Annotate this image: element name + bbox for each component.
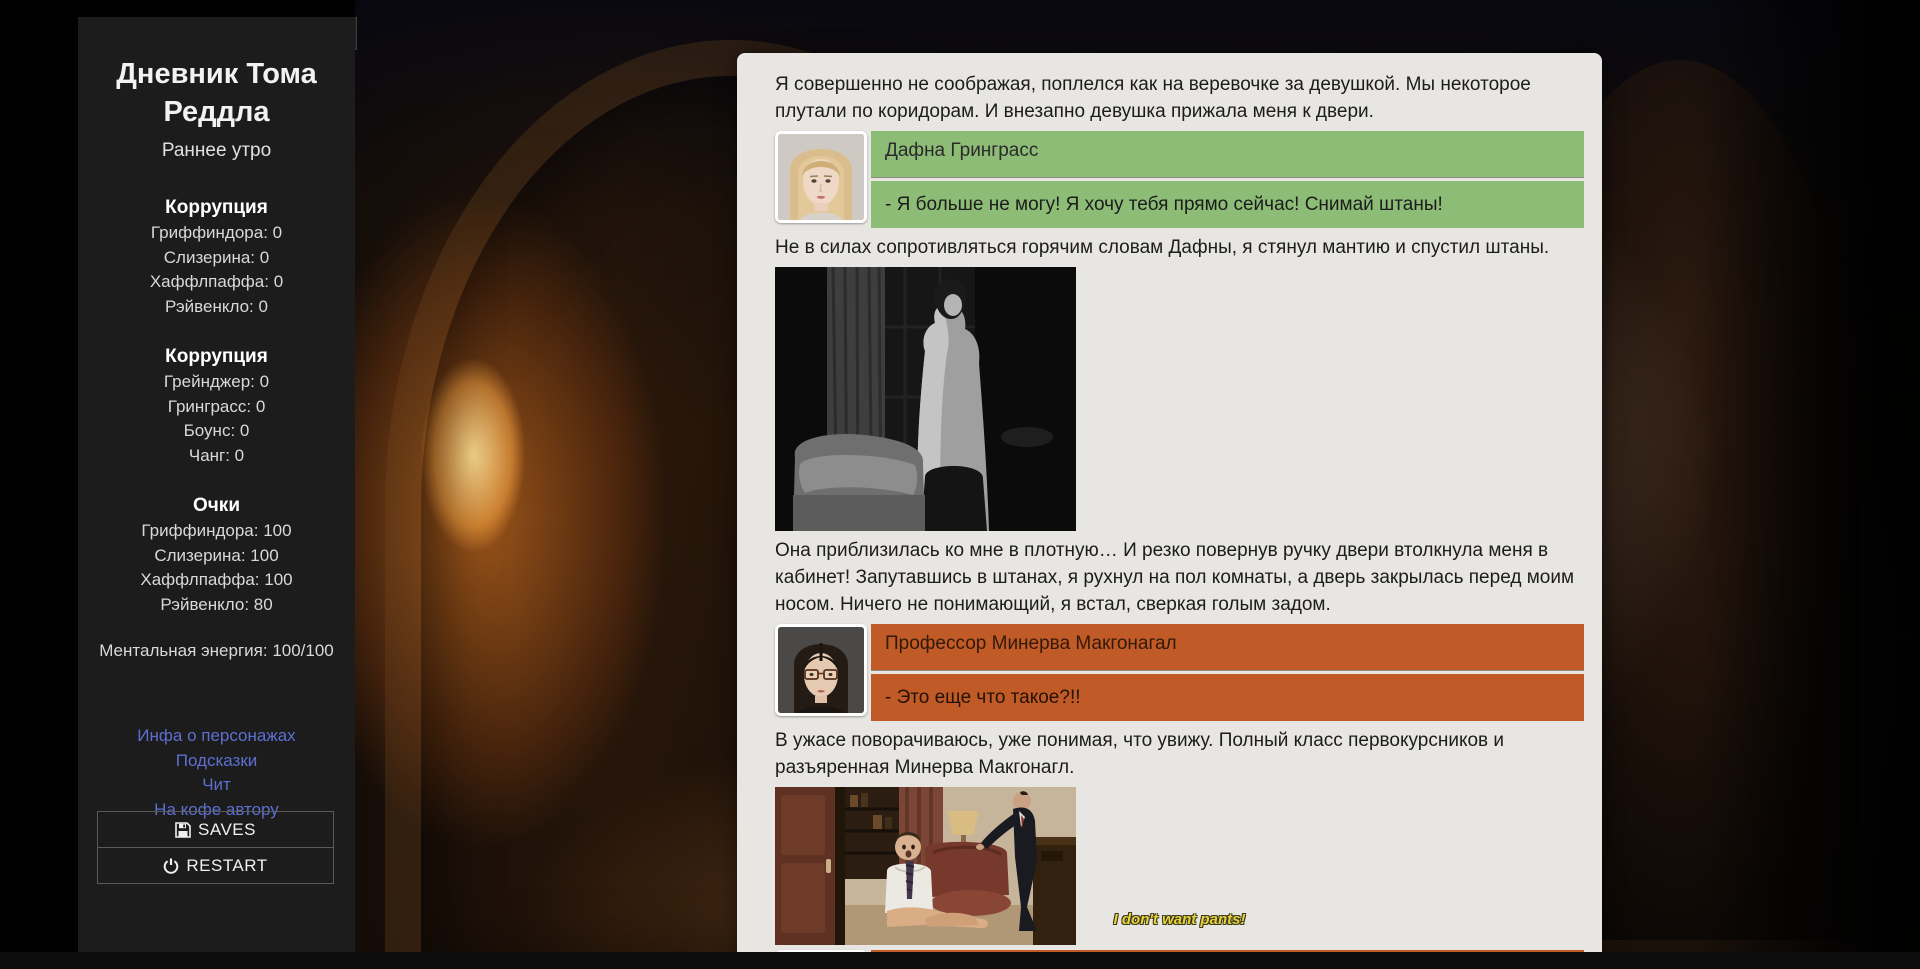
stat-line: Гриффиндора: 100 [78, 519, 355, 544]
speaker-name: Профессор Минерва Макгонагал [871, 624, 1584, 662]
stat-line: Слизерина: 100 [78, 544, 355, 569]
save-restart-group: SAVES RESTART [97, 811, 334, 884]
stat-line: Хаффлпаффа: 100 [78, 568, 355, 593]
saves-button[interactable]: SAVES [98, 812, 333, 847]
link-cheat[interactable]: Чит [78, 773, 355, 798]
game-window: Дневник Тома Реддла Раннее утро Коррупци… [0, 0, 1920, 969]
story-paragraph: Она приблизилась ко мне в плотную… И рез… [775, 537, 1584, 618]
story-paragraph: В ужасе поворачиваюсь, уже понимая, что … [775, 727, 1584, 781]
story-panel: Я совершенно не соображая, поплелся как … [737, 53, 1602, 969]
dialog-bubble: Профессор Минерва Макгонагал - Это еще ч… [871, 624, 1584, 721]
avatar-daphne-greengrass [775, 131, 867, 223]
story-paragraph: Я совершенно не соображая, поплелся как … [775, 71, 1584, 125]
avatar-mcgonagall-glasses [775, 624, 867, 716]
story-gif-i-dont-want-pants: I don't want pants! [775, 787, 1584, 945]
bottom-black-bar [0, 952, 1920, 969]
stat-line: Чанг: 0 [78, 444, 355, 469]
link-character-info[interactable]: Инфа о персонажах [78, 724, 355, 749]
mental-energy: Ментальная энергия: 100/100 [78, 641, 355, 661]
stat-line: Рэйвенкло: 80 [78, 593, 355, 618]
stat-line: Гринграсс: 0 [78, 395, 355, 420]
speaker-name: Дафна Гринграсс [871, 131, 1584, 169]
story-image-shirtless-man [775, 267, 1584, 531]
stat-line: Рэйвенкло: 0 [78, 295, 355, 320]
story-paragraph: Не в силах сопротивляться горячим словам… [775, 234, 1584, 261]
power-icon [163, 858, 179, 874]
stat-line: Боунс: 0 [78, 419, 355, 444]
dialog-mcgonagall: Профессор Минерва Макгонагал - Это еще ч… [775, 624, 1584, 721]
dialog-daphne: Дафна Гринграсс - Я больше не могу! Я хо… [775, 131, 1584, 228]
section-heading-points: Очки [78, 493, 355, 519]
stat-line: Грейнджер: 0 [78, 370, 355, 395]
time-of-day: Раннее утро [78, 140, 355, 162]
stats-sidebar: Дневник Тома Реддла Раннее утро Коррупци… [78, 17, 355, 952]
stat-line: Гриффиндора: 0 [78, 221, 355, 246]
dialog-text: - Это еще что такое?!! [871, 674, 1584, 721]
saves-label: SAVES [198, 820, 256, 840]
section-heading-corruption-girls: Коррупция [78, 344, 355, 370]
restart-button[interactable]: RESTART [98, 847, 333, 883]
link-hints[interactable]: Подсказки [78, 749, 355, 774]
game-title: Дневник Тома Реддла [78, 55, 355, 131]
dialog-text: - Я больше не могу! Я хочу тебя прямо се… [871, 181, 1584, 228]
gif-caption: I don't want pants! [775, 911, 1584, 929]
restart-label: RESTART [186, 856, 267, 876]
stat-line: Хаффлпаффа: 0 [78, 270, 355, 295]
stat-line: Слизерина: 0 [78, 246, 355, 271]
dialog-bubble: Дафна Гринграсс - Я больше не могу! Я хо… [871, 131, 1584, 228]
floppy-icon [175, 822, 191, 838]
section-heading-corruption-houses: Коррупция [78, 195, 355, 221]
